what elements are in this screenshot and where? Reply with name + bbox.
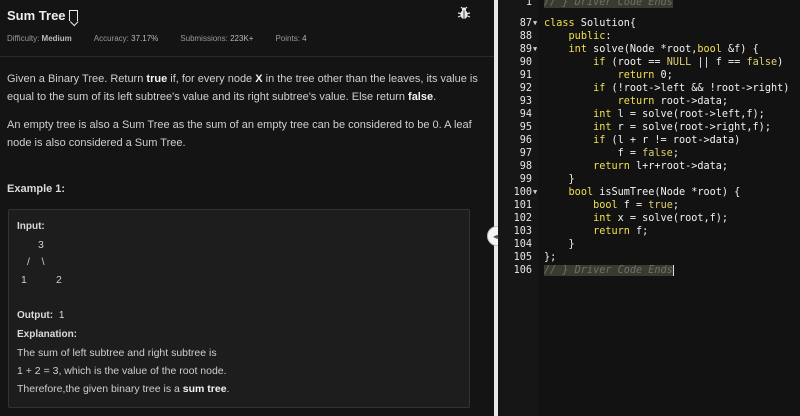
code-line: 103 return f; [498,225,800,238]
tree-left: 1 [21,274,27,286]
code-text: int solve(Node *root,bool &f) { [568,44,759,55]
code-line: 89 ▼ int solve(Node *root,bool &f) { [498,43,800,56]
code-text: } [544,174,575,185]
problem-panel: Sum Tree Difficulty: Medium Accuracy: 37… [0,0,494,416]
code-line: 105}; [498,251,800,264]
code-line: 93 return root->data; [498,95,800,108]
input-label: Input: [17,221,45,232]
example-title: Example 1: [7,183,66,195]
code-line: 98 return l+r+root->data; [498,160,800,173]
code-line: 101 bool f = true; [498,199,800,212]
code-text: bool f = true; [593,200,679,211]
code-text: if (root == NULL || f == false) [593,57,784,68]
meta-submissions: Submissions: 223K+ [180,34,254,43]
line-number: 87 [519,18,532,29]
line-number: 91 [519,70,532,81]
code-line: 88 public: [498,30,800,43]
tree-root: 3 [38,239,44,251]
line-number: 90 [519,57,532,68]
code-text: }; [544,252,557,263]
code-text: if (l + r != root->data) [593,135,741,146]
line-number: 100 [513,187,532,198]
fold-arrow-icon[interactable]: ▼ [533,43,537,56]
line-number: 103 [513,226,532,237]
bookmark-icon[interactable] [68,9,78,21]
code-text: return root->data; [617,96,729,107]
explanation-line: The sum of left subtree and right subtre… [17,347,217,359]
problem-meta: Difficulty: Medium Accuracy: 37.17% Subm… [7,34,329,43]
explanation-label: Explanation: [17,329,78,340]
code-line: 94 int l = solve(root->left,f); [498,108,800,121]
code-line: 92 if (!root->left && !root->right) [498,82,800,95]
line-number: 94 [519,109,532,120]
code-line: 96 if (l + r != root->data) [498,134,800,147]
code-line: 91 return 0; [498,69,800,82]
code-line: 99 } [498,173,800,186]
line-number: 95 [519,122,532,133]
code-text: return f; [593,226,649,237]
line-number: 89 [519,44,532,55]
code-text: return 0; [617,70,673,81]
meta-accuracy: Accuracy: 37.17% [93,34,159,43]
problem-description: Given a Binary Tree. Return true if, for… [7,73,478,103]
code-line: 104 } [498,238,800,251]
line-number: 102 [513,213,532,224]
code-text: // } Driver Code Ends [544,0,673,9]
title-row: Sum Tree [7,6,78,24]
fold-arrow-icon[interactable]: ▼ [533,186,537,199]
tree-right: 2 [56,274,62,286]
explanation-line: 1 + 2 = 3, which is the value of the roo… [17,365,227,377]
problem-title: Sum Tree [7,7,66,23]
code-text: bool isSumTree(Node *root) { [568,187,741,198]
line-number: 88 [519,31,532,42]
problem-description-note: An empty tree is also a Sum Tree as the … [7,119,472,149]
code-line: 1 // } Driver Code Ends [498,0,800,9]
code-text: // } Driver Code Ends [544,264,674,276]
tree-edges: / \ [27,256,45,268]
code-text: f = false; [544,148,679,159]
output-row: Output: 1 [17,310,65,321]
code-text: int x = solve(root,f); [593,213,729,224]
code-line: 100 ▼ bool isSumTree(Node *root) { [498,186,800,199]
code-line: 90 if (root == NULL || f == false) [498,56,800,69]
code-line: 106 // } Driver Code Ends [498,264,800,277]
code-text: public: [568,31,612,42]
divider [0,56,494,57]
code-editor[interactable]: 1// } Driver Code Ends 87 ▼ class Solution{… [498,0,800,416]
line-number: 93 [519,96,532,107]
code-line: 87 ▼ class Solution{ [498,17,800,30]
line-number: 99 [519,174,532,185]
output-value: 1 [58,310,65,321]
line-number: 97 [519,148,532,159]
code-line: 97 f = false; [498,147,800,160]
code-text: return l+r+root->data; [593,161,729,172]
code-text: } [544,239,575,250]
meta-difficulty: Difficulty: Medium [7,34,72,43]
code-text: int r = solve(root->right,f); [593,122,771,133]
fold-arrow-icon[interactable]: ▼ [533,17,537,30]
line-number: 1 [525,0,532,8]
line-number: 104 [513,239,532,250]
line-number: 98 [519,161,532,172]
line-number: 101 [513,200,532,211]
explanation-line: Therefore,the given binary tree is a sum… [17,383,230,395]
code-line: 95 int r = solve(root->right,f); [498,121,800,134]
code-line: 102 int x = solve(root,f); [498,212,800,225]
bug-report-icon[interactable] [456,5,472,21]
line-number: 105 [513,252,532,263]
code-text: int l = solve(root->left,f); [593,109,765,120]
line-number: 106 [513,265,532,276]
line-number: 96 [519,135,532,146]
meta-points: Points: 4 [275,34,307,43]
line-number: 92 [519,83,532,94]
code-text: class Solution{ [544,18,637,29]
example-box: Input: 3 / \ 1 2 Output: 1 Explanation: … [8,209,470,408]
code-text: if (!root->left && !root->right) [593,83,790,94]
